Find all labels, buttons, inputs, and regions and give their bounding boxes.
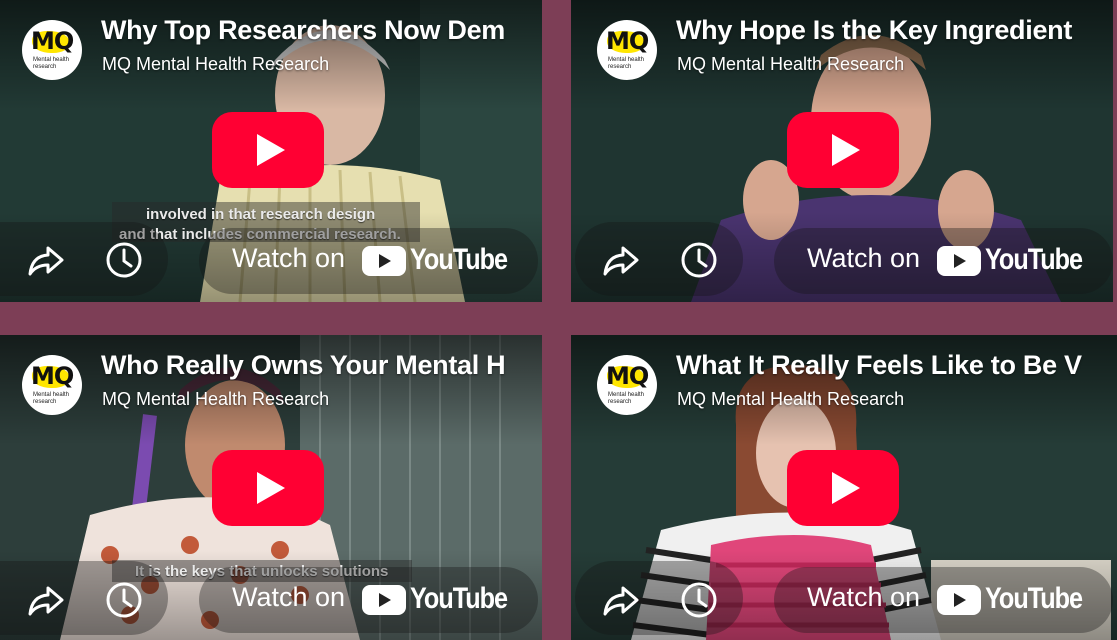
video-embed-2[interactable]: MQ Mental health research Why Hope Is th… xyxy=(571,0,1113,302)
youtube-logo-icon[interactable] xyxy=(362,246,406,276)
channel-avatar[interactable]: MQ Mental health research xyxy=(22,20,82,80)
play-button[interactable] xyxy=(787,112,899,188)
youtube-logo-icon[interactable] xyxy=(362,585,406,615)
share-icon[interactable] xyxy=(26,580,66,620)
logo-text: MQ xyxy=(31,27,74,55)
play-button[interactable] xyxy=(212,450,324,526)
logo-subtext: Mental health research xyxy=(608,392,645,405)
play-icon xyxy=(832,472,860,504)
watch-later-icon[interactable] xyxy=(679,580,719,620)
logo-text: MQ xyxy=(31,362,74,390)
channel-avatar[interactable]: MQ Mental health research xyxy=(22,355,82,415)
channel-name[interactable]: MQ Mental Health Research xyxy=(102,389,329,410)
share-icon[interactable] xyxy=(601,240,641,280)
logo-subtext: Mental health research xyxy=(608,57,645,70)
youtube-wordmark[interactable]: YouTube xyxy=(985,582,1083,616)
video-embed-3[interactable]: It is the keys that unlocks solutions MQ… xyxy=(0,335,542,640)
youtube-wordmark[interactable]: YouTube xyxy=(985,243,1083,277)
share-icon[interactable] xyxy=(26,240,66,280)
watch-on-label[interactable]: Watch on xyxy=(232,582,345,613)
youtube-wordmark[interactable]: YouTube xyxy=(410,243,508,277)
watch-on-label[interactable]: Watch on xyxy=(807,582,920,613)
video-title[interactable]: What It Really Feels Like to Be V xyxy=(676,350,1097,381)
watch-on-label[interactable]: Watch on xyxy=(232,243,345,274)
play-icon xyxy=(832,134,860,166)
watch-later-icon[interactable] xyxy=(104,580,144,620)
video-caption-line-1: involved in that research design xyxy=(146,206,376,223)
play-button[interactable] xyxy=(212,112,324,188)
play-icon xyxy=(257,134,285,166)
video-title[interactable]: Who Really Owns Your Mental H xyxy=(101,350,522,381)
youtube-logo-icon[interactable] xyxy=(937,585,981,615)
play-button[interactable] xyxy=(787,450,899,526)
video-title[interactable]: Why Top Researchers Now Dem xyxy=(101,15,522,46)
logo-text: MQ xyxy=(606,27,649,55)
channel-name[interactable]: MQ Mental Health Research xyxy=(677,389,904,410)
video-embed-1[interactable]: involved in that research design and tha… xyxy=(0,0,542,302)
channel-avatar[interactable]: MQ Mental health research xyxy=(597,20,657,80)
watch-later-icon[interactable] xyxy=(679,240,719,280)
logo-subtext: Mental health research xyxy=(33,392,70,405)
channel-avatar[interactable]: MQ Mental health research xyxy=(597,355,657,415)
youtube-wordmark[interactable]: YouTube xyxy=(410,582,508,616)
youtube-logo-icon[interactable] xyxy=(937,246,981,276)
share-icon[interactable] xyxy=(601,580,641,620)
watch-on-label[interactable]: Watch on xyxy=(807,243,920,274)
video-title[interactable]: Why Hope Is the Key Ingredient xyxy=(676,15,1093,46)
video-embed-4[interactable]: MQ Mental health research What It Really… xyxy=(571,335,1117,640)
channel-name[interactable]: MQ Mental Health Research xyxy=(102,54,329,75)
logo-subtext: Mental health research xyxy=(33,57,70,70)
channel-name[interactable]: MQ Mental Health Research xyxy=(677,54,904,75)
watch-later-icon[interactable] xyxy=(104,240,144,280)
play-icon xyxy=(257,472,285,504)
logo-text: MQ xyxy=(606,362,649,390)
